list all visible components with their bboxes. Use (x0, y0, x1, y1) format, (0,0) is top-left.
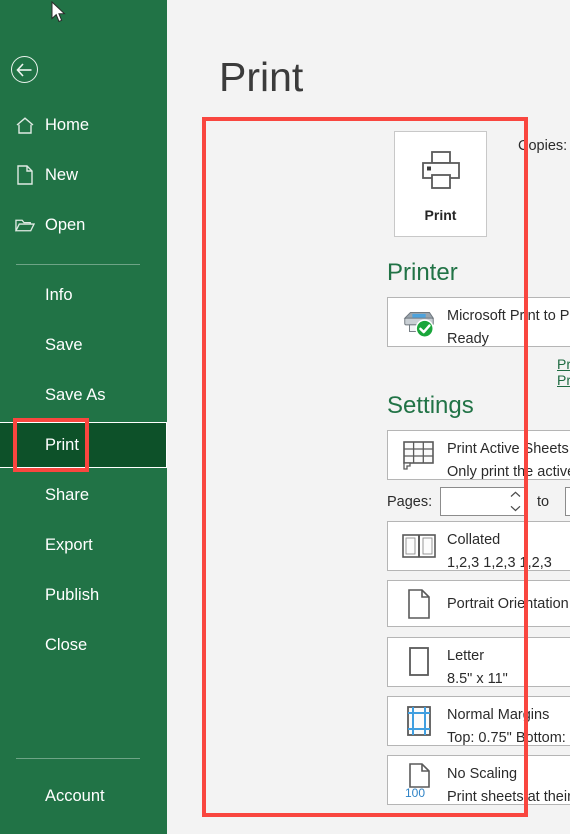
sidebar-item-close[interactable]: Close (0, 626, 167, 664)
pages-from-stepper[interactable] (440, 487, 528, 516)
sidebar-item-account[interactable]: Account (0, 777, 167, 815)
collation-subtitle: 1,2,3 1,2,3 1,2,3 (447, 555, 552, 571)
sidebar-item-new[interactable]: New (0, 156, 167, 194)
margins-title: Normal Margins (447, 707, 550, 723)
sidebar-item-label: Print (45, 435, 79, 454)
mouse-cursor (51, 0, 67, 30)
paper-size-subtitle: 8.5" x 11" (447, 671, 508, 687)
stepper-down-icon[interactable] (510, 505, 521, 512)
printer-status: Ready (447, 331, 489, 347)
scaling-subtitle: Print sheets at their actual size (447, 789, 570, 805)
sidebar-item-label: Close (45, 635, 88, 654)
scaling-title: No Scaling (447, 766, 518, 782)
sidebar-item-home[interactable]: Home (0, 106, 167, 144)
sidebar-item-label: New (45, 165, 79, 184)
page-title: Print (219, 54, 304, 100)
worksheet-grid-icon (400, 436, 438, 474)
home-icon (15, 115, 35, 135)
sidebar-item-label: Publish (45, 585, 100, 604)
sidebar-item-open[interactable]: Open (0, 206, 167, 244)
sidebar-item-save[interactable]: Save (0, 326, 167, 364)
sidebar-item-label: Save As (45, 385, 106, 404)
sidebar-item-label: Save (45, 335, 83, 354)
collation-title: Collated (447, 532, 501, 548)
sidebar-item-share[interactable]: Share (0, 476, 167, 514)
printer-icon (419, 150, 463, 197)
sidebar-item-label: Home (45, 115, 90, 134)
orientation-select[interactable]: Portrait Orientation (387, 580, 570, 627)
copies-label: Copies: (518, 138, 568, 154)
margins-subtitle: Top: 0.75" Bottom: 0.75" Left:... (447, 730, 570, 746)
orientation-title: Portrait Orientation (447, 595, 569, 612)
sidebar-divider-top (16, 264, 140, 265)
stepper-up-icon[interactable] (510, 491, 521, 498)
pages-label: Pages: (387, 494, 433, 510)
sidebar-item-save-as[interactable]: Save As (0, 376, 167, 414)
portrait-page-icon (400, 585, 438, 623)
printer-properties-link[interactable]: Printer Properties (557, 356, 570, 388)
scaling-100-icon: 100 (400, 761, 438, 799)
scaling-select[interactable]: 100 No Scaling Print sheets at their act… (387, 755, 570, 805)
print-range-select[interactable]: Print Active Sheets Only print the activ… (387, 430, 570, 480)
svg-text:100: 100 (405, 786, 425, 798)
printer-section-heading: Printer (387, 259, 458, 286)
back-arrow-icon[interactable] (11, 56, 38, 83)
print-backstage-screen: Home New Open Info Save Save As Print Sh… (0, 0, 570, 834)
printer-select[interactable]: Microsoft Print to PDF Ready (387, 297, 570, 347)
paper-sheet-icon (400, 643, 438, 681)
paper-size-title: Letter (447, 648, 485, 664)
backstage-sidebar: Home New Open Info Save Save As Print Sh… (0, 0, 167, 834)
sidebar-item-info[interactable]: Info (0, 276, 167, 314)
printer-device-ready-icon (400, 303, 438, 341)
sidebar-item-export[interactable]: Export (0, 526, 167, 564)
pages-to-stepper[interactable] (565, 487, 570, 516)
sidebar-item-label: Info (45, 285, 73, 304)
new-document-icon (15, 165, 35, 185)
pages-to-label: to (537, 494, 550, 510)
sidebar-item-label: Export (45, 535, 93, 554)
print-range-title: Print Active Sheets (447, 441, 569, 457)
sidebar-item-print[interactable]: Print (0, 422, 167, 468)
print-pane: Print Print Copies: 1 (167, 0, 570, 834)
print-range-subtitle: Only print the active sheets (447, 464, 570, 480)
settings-section-heading: Settings (387, 392, 474, 419)
sidebar-item-label: Share (45, 485, 90, 504)
sidebar-item-label: Open (45, 215, 86, 234)
printer-name: Microsoft Print to PDF (447, 308, 570, 324)
print-button-label: Print (424, 207, 457, 223)
print-button[interactable]: Print (394, 131, 487, 237)
sidebar-divider-bottom (16, 758, 140, 759)
sidebar-item-publish[interactable]: Publish (0, 576, 167, 614)
collation-select[interactable]: Collated 1,2,3 1,2,3 1,2,3 (387, 521, 570, 571)
open-folder-icon (15, 215, 35, 235)
margins-select[interactable]: Normal Margins Top: 0.75" Bottom: 0.75" … (387, 696, 570, 746)
paper-size-select[interactable]: Letter 8.5" x 11" (387, 637, 570, 687)
collated-pages-icon (400, 527, 438, 565)
sidebar-item-label: Account (45, 786, 105, 805)
margins-icon (400, 702, 438, 740)
